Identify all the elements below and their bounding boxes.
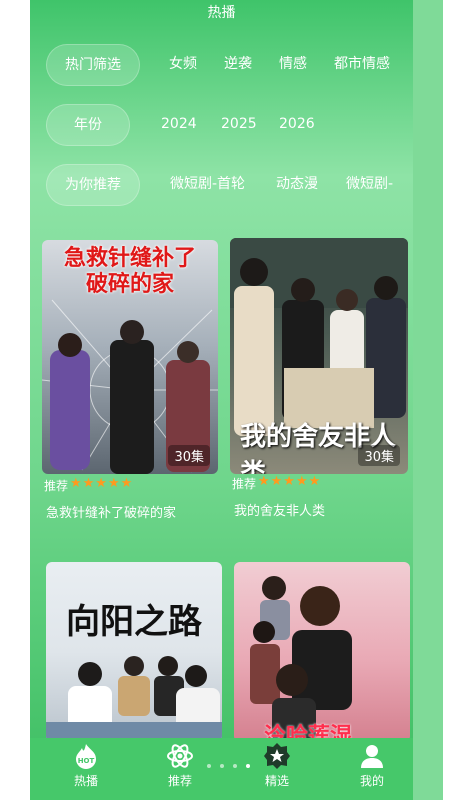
tab-hot[interactable]: HOT 热播	[56, 742, 116, 789]
app-frame: 热播 热门筛选 女频 逆袭 情感 都市情感 年份 2024 2025 2026 …	[30, 0, 413, 800]
side-edge	[413, 0, 443, 800]
tab-label: 我的	[359, 774, 384, 788]
recommend-label: 推荐	[232, 477, 257, 491]
filter-row-recommend: 为你推荐 微短剧-首轮 动态漫 微短剧-	[46, 164, 406, 208]
drama-card[interactable]: 泠哈莲湿	[234, 562, 410, 742]
filter-option[interactable]: 2024	[161, 104, 197, 144]
recommend-label: 推荐	[44, 479, 69, 493]
card-title: 我的舍友非人类	[234, 504, 326, 519]
poster-title-line: 破碎的家	[85, 272, 174, 297]
filter-label-recommend[interactable]: 为你推荐	[46, 164, 140, 206]
filter-option[interactable]: 2026	[279, 104, 315, 144]
atom-icon	[167, 744, 193, 768]
family-graphic	[250, 576, 352, 742]
drama-card[interactable]: 向阳之路	[46, 562, 222, 742]
tab-mine[interactable]: 我的	[342, 742, 402, 789]
rating-stars: ★★★★★	[258, 474, 322, 489]
drama-card[interactable]: 急救针缝补了 破碎的家 30集 推荐 ★★★★★ 急救针缝补了破碎的家	[42, 240, 218, 530]
poster-image[interactable]: 泠哈莲湿	[234, 562, 410, 742]
filter-label-year[interactable]: 年份	[46, 104, 130, 146]
hot-badge-text: HOT	[78, 757, 95, 765]
page-title: 热播	[207, 5, 236, 21]
episode-count: 30集	[358, 445, 400, 466]
filter-option[interactable]: 女频	[169, 44, 197, 84]
pager-dots	[205, 753, 252, 772]
episode-count: 30集	[168, 445, 210, 466]
poster-image[interactable]: 急救针缝补了 破碎的家 30集	[42, 240, 218, 474]
filter-row-year: 年份 2024 2025 2026	[46, 104, 406, 148]
filter-option[interactable]: 微短剧-	[346, 164, 393, 204]
pager-dot	[220, 764, 225, 768]
poster-image[interactable]: 向阳之路	[46, 562, 222, 742]
tab-label: 推荐	[167, 774, 192, 788]
user-icon	[361, 745, 383, 768]
students-graphic	[46, 656, 222, 742]
tab-label: 热播	[73, 774, 98, 788]
filter-option[interactable]: 2025	[221, 104, 257, 144]
filter-option[interactable]: 都市情感	[334, 44, 390, 84]
star-badge-icon	[264, 743, 290, 769]
filter-option[interactable]: 动态漫	[276, 164, 318, 204]
card-title: 急救针缝补了破碎的家	[46, 506, 177, 521]
hot-icon: HOT	[76, 744, 96, 769]
pager-dot	[233, 764, 238, 768]
filter-option[interactable]: 微短剧-首轮	[170, 164, 245, 204]
bottom-tab-bar: HOT 热播 推荐 精选 我的	[30, 738, 413, 800]
pager-dot	[207, 764, 211, 768]
drama-card[interactable]: 我的舍友非人类 30集 推荐 ★★★★★ 我的舍友非人类	[230, 238, 408, 530]
tab-featured[interactable]: 精选	[247, 742, 307, 789]
tab-recommend[interactable]: 推荐	[150, 742, 210, 789]
rating-stars: ★★★★★	[70, 476, 134, 491]
poster-title-line: 急救针缝补了	[63, 246, 196, 271]
filter-label-hot[interactable]: 热门筛选	[46, 44, 140, 86]
filter-option[interactable]: 情感	[279, 44, 307, 84]
filter-row-hot: 热门筛选 女频 逆袭 情感 都市情感	[46, 44, 406, 88]
poster-image[interactable]: 我的舍友非人类 30集	[230, 238, 408, 474]
tab-label: 精选	[264, 774, 289, 788]
filter-option[interactable]: 逆袭	[224, 44, 252, 84]
